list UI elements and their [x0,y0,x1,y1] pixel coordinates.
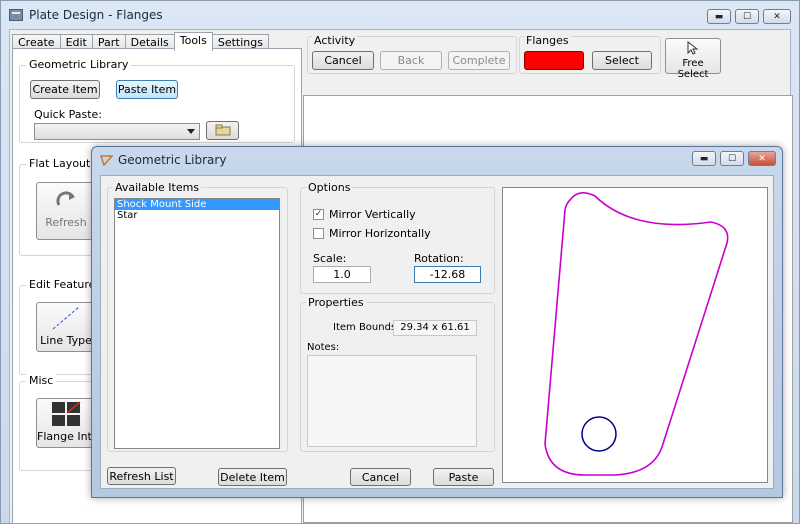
shock-mount-outline [544,192,729,476]
dialog-client: Available Items Shock Mount Side Star Op… [100,175,774,489]
shape-preview-drawing [544,192,729,476]
create-item-button[interactable]: Create Item [30,80,100,99]
line-type-label: Line Type [40,334,92,347]
available-items-list[interactable]: Shock Mount Side Star [114,198,280,449]
mirror-vertically-label: Mirror Vertically [329,208,416,221]
dialog-cancel-button[interactable]: Cancel [350,468,411,486]
dialog-paste-button[interactable]: Paste [433,468,494,486]
flange-intersect-icon [52,401,81,426]
tab-tools[interactable]: Tools [173,32,213,51]
paste-item-button[interactable]: Paste Item [116,80,178,99]
geometric-library-icon [100,155,114,166]
options-group: Options ✓ Mirror Vertically Mirror Horiz… [300,181,495,294]
mirror-horizontally-checkbox[interactable]: Mirror Horizontally [313,227,431,240]
close-button[interactable]: ✕ [763,9,791,24]
maximize-button[interactable]: ☐ [735,9,759,24]
refresh-icon [56,191,75,206]
list-item-star[interactable]: Star [115,210,279,221]
checkbox-checked-icon: ✓ [313,209,324,220]
flanges-label: Flanges [524,34,571,47]
delete-item-button[interactable]: Delete Item [218,468,287,486]
geometric-library-label: Geometric Library [26,58,132,71]
quick-paste-combo[interactable] [34,123,200,140]
line-type-button[interactable]: Line Type [36,302,96,352]
minimize-button[interactable]: ▬ [707,9,731,24]
main-titlebar[interactable]: Plate Design - Flanges ▬ ☐ ✕ [1,1,799,29]
refresh-list-button[interactable]: Refresh List [107,467,176,485]
dashed-line-icon [52,306,80,330]
rotation-label: Rotation: [414,252,464,265]
shape-preview [502,187,768,483]
free-select-label: Free Select [677,58,709,80]
free-select-button[interactable]: Free Select [665,38,721,80]
rotation-input[interactable]: -12.68 [414,266,481,283]
flanges-select-button[interactable]: Select [592,51,652,70]
list-item-shock-mount-side[interactable]: Shock Mount Side [115,199,279,210]
flat-layout-label: Flat Layout [26,157,94,170]
properties-label: Properties [306,296,366,309]
flanges-group: Flanges List Select [519,34,661,74]
folder-icon [215,124,230,136]
mirror-vertically-checkbox[interactable]: ✓ Mirror Vertically [313,208,416,221]
activity-back-button[interactable]: Back [380,51,442,70]
open-folder-button[interactable] [206,121,239,140]
properties-group: Properties Item Bounds: 29.34 x 61.61 No… [300,296,495,452]
quick-paste-label: Quick Paste: [34,108,102,121]
dialog-minimize-button[interactable]: ▬ [692,151,716,166]
activity-complete-button[interactable]: Complete [448,51,510,70]
notes-label: Notes: [307,342,340,353]
geometric-library-dialog: Geometric Library ▬ ☐ ✕ Available Items … [91,146,783,498]
scale-label: Scale: [313,252,347,265]
flange-intersect-button[interactable]: Flange Interse [36,398,96,448]
flange-intersect-label: Flange Interse [37,430,95,443]
cursor-arrow-icon [687,40,699,55]
refresh-label: Refresh [45,216,87,229]
activity-label: Activity [312,34,358,47]
mirror-horizontally-label: Mirror Horizontally [329,227,431,240]
dialog-title: Geometric Library [118,153,227,167]
refresh-button[interactable]: Refresh [36,182,96,240]
available-items-group: Available Items Shock Mount Side Star [107,181,288,452]
scale-input[interactable]: 1.0 [313,266,371,283]
chevron-down-icon [187,129,195,134]
activity-group: Activity Cancel Back Complete [307,34,517,74]
activity-cancel-button[interactable]: Cancel [312,51,374,70]
available-items-label: Available Items [113,181,202,194]
dialog-maximize-button[interactable]: ☐ [720,151,744,166]
geometric-library-group: Geometric Library Create Item Paste Item… [19,58,295,143]
flanges-list-button[interactable]: List [524,51,584,70]
item-bounds-label: Item Bounds: [333,322,400,333]
misc-label: Misc [26,374,57,387]
mount-hole [581,416,617,452]
options-label: Options [306,181,353,194]
dialog-close-button[interactable]: ✕ [748,151,776,166]
app-icon [9,9,23,21]
item-bounds-value: 29.34 x 61.61 [393,320,477,336]
window-title: Plate Design - Flanges [29,8,163,22]
checkbox-unchecked-icon [313,228,324,239]
notes-field[interactable] [307,355,477,447]
